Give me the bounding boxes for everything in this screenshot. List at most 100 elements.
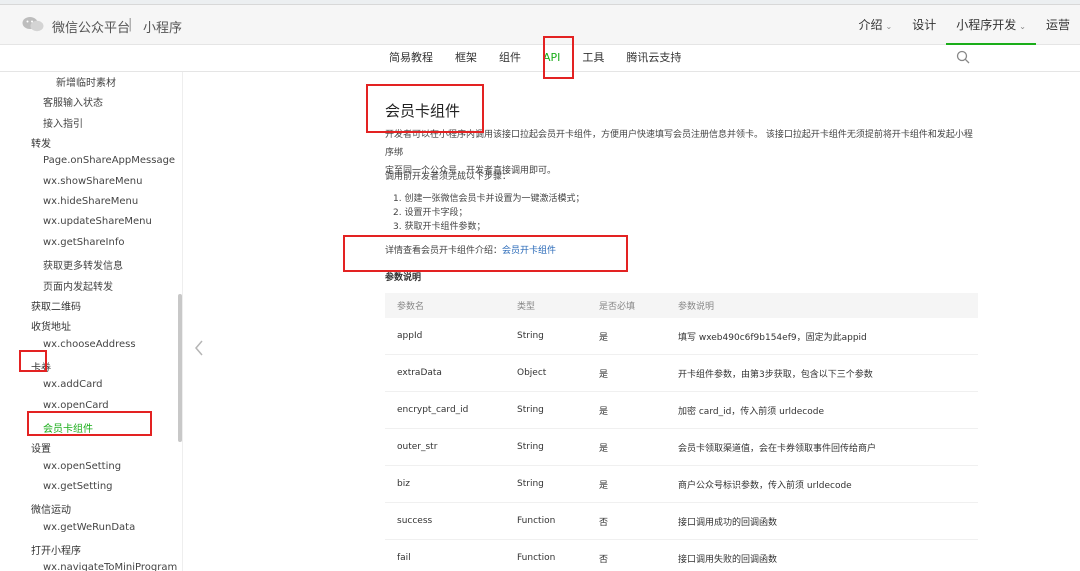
topnav-item[interactable]: 小程序开发 ⌄ bbox=[946, 5, 1036, 45]
param-type: Function bbox=[517, 553, 556, 563]
steps-list: 1. 创建一张微信会员卡并设置为一键激活模式； 2. 设置开卡字段； 3. 获取… bbox=[385, 192, 980, 234]
param-name: outer_str bbox=[397, 442, 438, 452]
step-item: 2. 设置开卡字段； bbox=[393, 208, 468, 218]
steps-intro: 调用前开发者须完成以下步骤： bbox=[385, 172, 512, 182]
top-nav: 介绍 ⌄ 设计 小程序开发 ⌄ 运营 bbox=[849, 5, 1080, 45]
param-name: success bbox=[397, 516, 433, 526]
chevron-down-icon: ⌄ bbox=[1019, 22, 1026, 31]
table-row: extraData Object 是 开卡组件参数，由第3步获取，包含以下三个参数 bbox=[385, 355, 978, 392]
tab-item[interactable]: 腾讯云支持 bbox=[615, 46, 692, 72]
param-required: 是 bbox=[599, 406, 609, 417]
params-table: 参数名 类型 是否必填 参数说明 appId String 是 填写 wxeb490c… bbox=[385, 293, 978, 571]
sidebar-item[interactable]: wx.hideShareMenu bbox=[43, 196, 138, 207]
topnav-item-label: 小程序开发 bbox=[956, 18, 1017, 32]
param-description: 接口调用成功的回调函数 bbox=[678, 517, 778, 528]
param-name: fail bbox=[397, 553, 411, 563]
param-type: String bbox=[517, 331, 544, 341]
header-required: 是否必填 bbox=[599, 302, 636, 312]
sidebar-scrollbar[interactable] bbox=[178, 294, 182, 442]
sidebar-item[interactable]: wx.openSetting bbox=[43, 461, 121, 472]
param-description: 接口调用失败的回调函数 bbox=[678, 554, 778, 565]
sidebar-category[interactable]: 微信运动 bbox=[31, 501, 71, 516]
highlight-title bbox=[366, 84, 484, 133]
sidebar-item[interactable]: wx.openCard bbox=[43, 400, 109, 411]
param-required: 是 bbox=[599, 332, 609, 343]
search-icon[interactable] bbox=[956, 50, 970, 64]
param-description: 会员卡领取渠道值，会在卡券领取事件回传给商户 bbox=[678, 443, 877, 454]
sidebar-item[interactable]: wx.showShareMenu bbox=[43, 176, 142, 187]
highlight-detail-line bbox=[343, 235, 628, 272]
sidebar-item[interactable]: 获取更多转发信息 bbox=[43, 257, 123, 272]
param-required: 否 bbox=[599, 554, 609, 565]
param-name: extraData bbox=[397, 368, 442, 378]
sidebar-item[interactable]: 新增临时素材 bbox=[56, 74, 116, 89]
chevron-left-icon[interactable] bbox=[192, 338, 206, 358]
param-required: 是 bbox=[599, 369, 609, 380]
param-description: 开卡组件参数，由第3步获取，包含以下三个参数 bbox=[678, 369, 873, 380]
sidebar-item[interactable]: wx.navigateToMiniProgram bbox=[43, 562, 177, 571]
sidebar-item[interactable]: wx.updateShareMenu bbox=[43, 216, 152, 227]
topnav-item[interactable]: 运营 bbox=[1036, 5, 1080, 45]
tab-item[interactable]: 简易教程 bbox=[378, 46, 444, 72]
param-required: 否 bbox=[599, 517, 609, 528]
params-header-row: 参数名 类型 是否必填 参数说明 bbox=[385, 293, 978, 318]
brand-section[interactable]: 小程序 bbox=[143, 17, 182, 36]
sidebar-category[interactable]: 转发 bbox=[31, 135, 51, 150]
header-param-name: 参数名 bbox=[397, 302, 425, 312]
sub-nav: 简易教程 框架 组件 API 工具 腾讯云支持 bbox=[0, 46, 1080, 72]
param-description: 商户公众号标识参数，传入前须 urldecode bbox=[678, 480, 852, 491]
topnav-item-label: 设计 bbox=[912, 18, 937, 32]
sub-nav-tabs: 简易教程 框架 组件 API 工具 腾讯云支持 bbox=[378, 46, 692, 72]
param-type: Object bbox=[517, 368, 547, 378]
topnav-item-label: 运营 bbox=[1045, 18, 1070, 32]
tab-item[interactable]: 框架 bbox=[444, 46, 488, 72]
table-row: success Function 否 接口调用成功的回调函数 bbox=[385, 503, 978, 540]
sidebar-item[interactable]: wx.getSetting bbox=[43, 481, 113, 492]
brand-separator: | bbox=[128, 17, 133, 32]
table-row: biz String 是 商户公众号标识参数，传入前须 urldecode bbox=[385, 466, 978, 503]
param-name: encrypt_card_id bbox=[397, 405, 469, 415]
sidebar-item[interactable]: wx.addCard bbox=[43, 379, 103, 390]
sidebar-category[interactable]: 打开小程序 bbox=[31, 542, 81, 557]
sidebar-item[interactable]: Page.onShareAppMessage bbox=[43, 155, 175, 166]
sidebar-item[interactable]: wx.getWeRunData bbox=[43, 522, 135, 533]
param-type: String bbox=[517, 442, 544, 452]
wechat-logo-icon[interactable] bbox=[22, 16, 44, 32]
step-item: 1. 创建一张微信会员卡并设置为一键激活模式； bbox=[393, 194, 585, 204]
sidebar-item[interactable]: 接入指引 bbox=[43, 115, 83, 130]
sidebar-item[interactable]: wx.chooseAddress bbox=[43, 339, 136, 350]
topnav-item[interactable]: 介绍 ⌄ bbox=[849, 5, 903, 45]
param-name: appId bbox=[397, 331, 423, 341]
table-row: outer_str String 是 会员卡领取渠道值，会在卡券领取事件回传给商户 bbox=[385, 429, 978, 466]
param-description: 填写 wxeb490c6f9b154ef9，固定为此appid bbox=[678, 332, 867, 343]
topnav-item-label: 介绍 bbox=[858, 18, 883, 32]
highlight-card-category bbox=[19, 350, 47, 372]
header-description: 参数说明 bbox=[678, 302, 715, 312]
highlight-api-tab bbox=[543, 36, 574, 79]
sidebar-item[interactable]: 页面内发起转发 bbox=[43, 278, 113, 293]
param-type: String bbox=[517, 405, 544, 415]
header-type: 类型 bbox=[517, 302, 536, 312]
brand-title[interactable]: 微信公众平台 bbox=[52, 17, 130, 36]
table-row: appId String 是 填写 wxeb490c6f9b154ef9，固定为此ap… bbox=[385, 318, 978, 355]
sidebar-category[interactable]: 获取二维码 bbox=[31, 298, 81, 313]
param-required: 是 bbox=[599, 480, 609, 491]
top-header: 微信公众平台 | 小程序 介绍 ⌄ 设计 小程序开发 ⌄ 运营 bbox=[0, 5, 1080, 45]
topnav-item[interactable]: 设计 bbox=[902, 5, 946, 45]
param-name: biz bbox=[397, 479, 410, 489]
sidebar-item[interactable]: wx.getShareInfo bbox=[43, 237, 124, 248]
table-row: fail Function 否 接口调用失败的回调函数 bbox=[385, 540, 978, 571]
param-required: 是 bbox=[599, 443, 609, 454]
tab-item[interactable]: 组件 bbox=[488, 46, 532, 72]
table-row: encrypt_card_id String 是 加密 card_id，传入前须 ur… bbox=[385, 392, 978, 429]
param-description: 加密 card_id，传入前须 urldecode bbox=[678, 406, 825, 417]
step-item: 3. 获取开卡组件参数； bbox=[393, 222, 486, 232]
tab-item[interactable]: 工具 bbox=[571, 46, 615, 72]
sidebar-category[interactable]: 设置 bbox=[31, 440, 51, 455]
param-type: String bbox=[517, 479, 544, 489]
sidebar-nav: 新增临时素材客服输入状态 接入指引转发 Page.onShareAppMessage… bbox=[0, 72, 183, 571]
sidebar-category[interactable]: 收货地址 bbox=[31, 318, 71, 333]
chevron-down-icon: ⌄ bbox=[885, 22, 893, 31]
sidebar-item[interactable]: 客服输入状态 bbox=[43, 94, 103, 109]
params-body: appId String 是 填写 wxeb490c6f9b154ef9，固定为此ap… bbox=[385, 318, 978, 571]
